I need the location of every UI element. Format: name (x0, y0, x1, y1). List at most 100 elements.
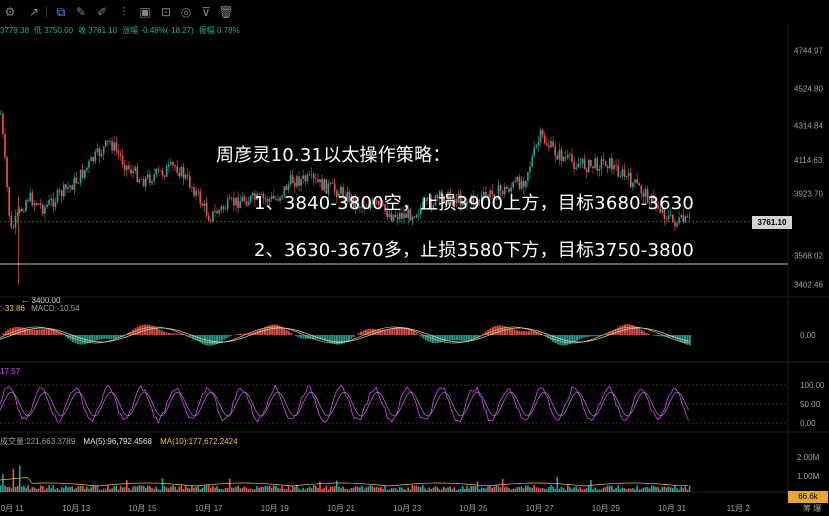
kdj-k-line (54, 414, 58, 423)
volume-bar (514, 488, 517, 492)
kdj-k-line (413, 397, 417, 403)
kdj-d-line (508, 391, 511, 394)
volume-bar (426, 489, 428, 492)
macd-dif-line (544, 335, 548, 337)
candle-body (138, 179, 141, 183)
kdj-d-line (584, 402, 588, 408)
cursor-icon[interactable]: ↗ (26, 4, 42, 20)
macd-dif-line (261, 327, 265, 330)
trash-icon[interactable]: 🗑 (218, 4, 234, 20)
price-axis-label: 4524.80 (794, 85, 823, 94)
kdj-d-line (186, 405, 190, 411)
volume-bar (558, 488, 561, 492)
kdj-d-line (41, 391, 45, 394)
volume-bar (203, 485, 206, 492)
object-tree-icon[interactable]: ⧉ (53, 4, 69, 20)
macd-signal-line (292, 329, 296, 331)
macd-signal-line (55, 329, 58, 331)
macd-signal-line (239, 337, 243, 340)
macd-signal-line (7, 335, 10, 338)
filter-icon[interactable]: ⊽ (198, 4, 214, 20)
volume-bar (621, 487, 624, 492)
kdj-d-line (657, 414, 661, 417)
macd-signal-line (359, 337, 363, 339)
kdj-k-line (435, 390, 439, 396)
candle-body (627, 172, 630, 176)
macd-histogram-bar (12, 327, 14, 335)
macd-signal-line (530, 328, 533, 331)
kdj-d-line (155, 410, 159, 415)
kdj-d-line (74, 391, 78, 395)
kdj-k-line (10, 388, 14, 393)
candle-body (567, 154, 569, 158)
chart-settings-icon[interactable]: ⚙ (2, 4, 18, 20)
magnet-icon[interactable]: ◎ (178, 4, 194, 20)
candle-pattern-icon[interactable]: ⫶ (116, 4, 132, 20)
volume-bar (380, 487, 382, 492)
kdj-d-line (158, 414, 161, 417)
kdj-k-line (479, 395, 483, 399)
kdj-k-line (204, 387, 208, 394)
macd-dif-line (655, 331, 658, 334)
volume-bar (462, 486, 464, 492)
kdj-k-line (439, 387, 443, 390)
text-icon[interactable]: ✐ (94, 4, 110, 20)
kdj-d-line (384, 401, 388, 407)
macd-signal-line (247, 335, 250, 337)
volume-bar (10, 488, 13, 492)
calendar-icon[interactable]: ▣ (137, 4, 153, 20)
macd-histogram-bar (276, 324, 278, 335)
macd-histogram-bar (590, 335, 593, 337)
macd-dif-line (650, 329, 653, 332)
macd-histogram-bar (28, 329, 31, 335)
macd-histogram-bar (655, 335, 658, 337)
lock-icon[interactable]: ⊡ (158, 4, 174, 20)
macd-histogram-bar (379, 329, 382, 335)
candle-body (144, 177, 147, 187)
candle-body (634, 179, 636, 183)
volume-bar (443, 486, 445, 492)
kdj-k-line (39, 387, 42, 389)
kdj-k-line (133, 393, 137, 402)
candle-body (111, 141, 113, 151)
kdj-k-line (404, 386, 408, 392)
kdj-d-line (406, 392, 410, 396)
macd-dif-line (254, 329, 257, 332)
brush-icon[interactable]: ✎ (73, 4, 89, 20)
macd-dif-line (239, 335, 243, 338)
candle-body (153, 174, 155, 182)
macd-histogram-bar (456, 335, 458, 341)
candle-body (201, 203, 204, 206)
kdj-d-line (475, 391, 478, 394)
volume-bar (14, 486, 17, 492)
toolbar-divider (46, 6, 47, 18)
kdj-d-line (353, 407, 357, 412)
candle-body (231, 197, 233, 199)
macd-signal-line (355, 338, 358, 341)
candle-body (319, 179, 321, 183)
kdj-d-line (510, 391, 513, 393)
macd-histogram-bar (148, 325, 151, 335)
macd-histogram-bar (686, 335, 689, 345)
volume-bar (52, 485, 55, 492)
macd-signal-line (0, 338, 3, 340)
kdj-k-line (107, 385, 111, 389)
kdj-d-line (468, 400, 472, 406)
kdj-k-line (354, 417, 357, 420)
volume-bar (174, 486, 176, 492)
volume-bar (394, 487, 397, 492)
macd-dif-line (179, 332, 183, 335)
macd-value: MACD:-10.54 (31, 304, 80, 313)
kdj-d-line (424, 413, 427, 417)
kdj-d-line (490, 413, 494, 416)
kdj-d-line (516, 399, 520, 405)
volume-bar (457, 489, 460, 492)
volume-bar (615, 487, 617, 492)
volume-bar (260, 487, 262, 492)
volume-bar (518, 487, 521, 492)
kdj-k-line (118, 413, 122, 415)
candle-body (581, 158, 584, 164)
kdj-k-line (655, 415, 659, 421)
candle-body (686, 216, 689, 218)
kdj-k-line (217, 410, 221, 416)
